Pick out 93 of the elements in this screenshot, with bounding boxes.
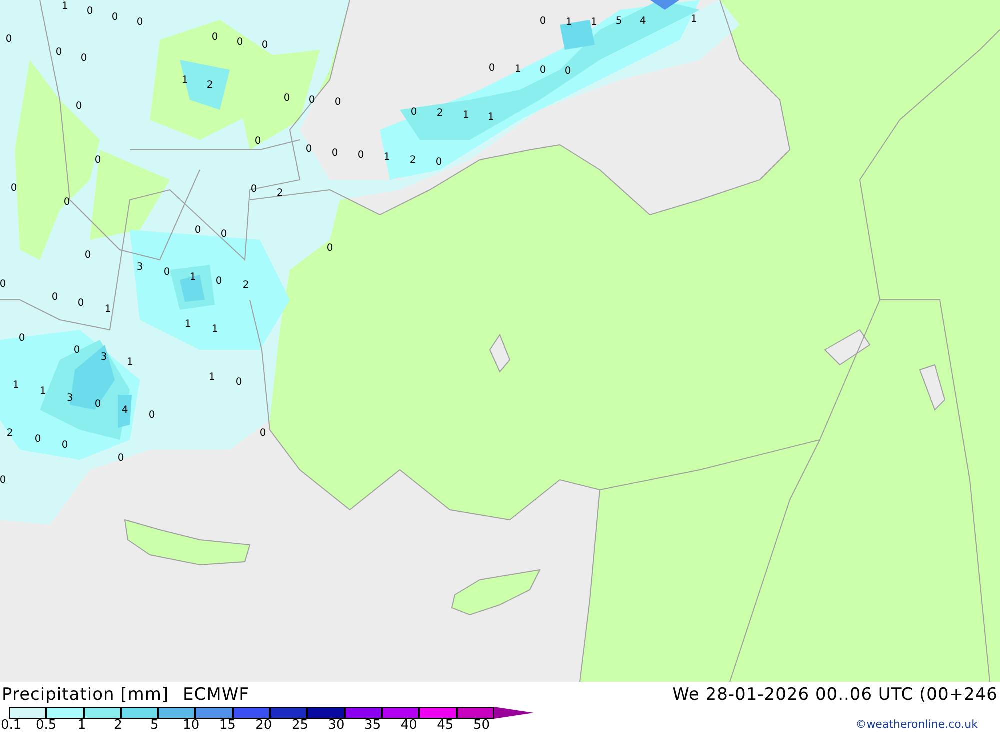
precipitation-value: 0 [488,63,496,74]
precipitation-value: 0 [148,410,156,421]
precipitation-value: 0 [94,399,102,410]
precipitation-value: 1 [514,64,522,75]
precipitation-value: 0 [78,298,84,309]
precipitation-value: 2 [410,155,416,166]
precipitation-value: 1 [488,112,494,123]
precipitation-value: 0 [76,101,82,112]
scale-label: 25 [292,719,308,733]
precipitation-value: 0 [334,97,342,108]
precipitation-value: 0 [410,107,418,118]
precipitation-value: 0 [62,440,68,451]
scale-label: 50 [473,719,490,733]
precipitation-value: 1 [190,272,196,283]
precipitation-value: 1 [208,372,216,383]
precipitation-value: 1 [40,386,46,397]
precipitation-value: 0 [112,12,118,23]
precipitation-value: 0 [86,6,94,17]
precipitation-value: 1 [184,319,192,330]
precipitation-value: 0 [254,136,262,147]
precipitation-value: 1 [12,380,20,391]
precipitation-value: 0 [216,276,222,287]
scale-label: 30 [328,719,345,733]
scale-label: 20 [256,719,272,733]
precipitation-value: 0 [284,93,290,104]
precipitation-value: 1 [384,152,390,163]
precipitation-value: 0 [260,428,266,439]
legend-title: Precipitation [mm] [2,684,170,704]
precipitation-value: 0 [34,434,42,445]
precipitation-value: 0 [0,279,6,290]
precipitation-value: 1 [104,304,112,315]
precipitation-value: 0 [540,65,546,76]
precipitation-value: 1 [462,110,470,121]
valid-time: We 28-01-2026 00..06 UTC (00+246 [672,684,998,704]
precipitation-value: 1 [690,14,698,25]
scale-label: 35 [364,719,382,733]
scale-label: 40 [400,719,418,733]
precipitation-value: 2 [276,188,284,199]
precipitation-value: 0 [308,95,316,106]
model-name: ECMWF [183,684,250,704]
precipitation-value: 0 [74,345,80,356]
precipitation-value: 2 [242,280,250,291]
scale-label: 0.5 [36,719,57,733]
precipitation-value: 0 [250,184,258,195]
precipitation-value: 0 [118,453,124,464]
scale-label: 45 [437,719,454,733]
precipitation-value: 0 [220,229,228,240]
copyright-link[interactable]: ©weatheronline.co.uk [856,718,978,731]
precipitation-value: 3 [100,352,108,363]
precipitation-value: 0 [10,183,18,194]
scale-label: 5 [150,719,159,733]
precipitation-value: 1 [182,75,188,86]
precipitation-value: 5 [616,16,622,27]
precipitation-value: 0 [18,333,26,344]
precipitation-value: 0 [0,475,6,486]
precipitation-value: 0 [236,377,242,388]
precipitation-value: 4 [640,16,646,27]
precipitation-value: 0 [80,53,88,64]
precipitation-value: 0 [236,37,244,48]
precipitation-value: 0 [564,66,572,77]
precipitation-value: 0 [540,16,546,27]
scale-label: 2 [114,719,122,733]
scale-label: 10 [183,719,200,733]
precipitation-value: 1 [590,17,598,28]
precipitation-value: 0 [56,47,62,58]
precipitation-value: 1 [212,324,218,335]
precipitation-value: 0 [332,148,338,159]
precipitation-value: 2 [206,80,214,91]
precipitation-value: 1 [62,1,68,12]
precipitation-value: 0 [212,32,218,43]
precipitation-value: 0 [262,40,268,51]
precipitation-value: 2 [436,108,444,119]
precipitation-value: 2 [6,428,14,439]
scale-label: 1 [78,719,86,733]
precipitation-value: 0 [436,157,442,168]
precipitation-value: 0 [194,225,202,236]
precipitation-value: 0 [84,250,92,261]
precipitation-value: 0 [52,292,58,303]
precipitation-value: 4 [122,405,128,416]
precipitation-value: 1 [126,357,134,368]
precipitation-value: 0 [64,197,70,208]
precipitation-value: 3 [66,393,74,404]
precipitation-value: 0 [6,34,12,45]
precipitation-value: 0 [358,150,364,161]
precipitation-value: 0 [306,144,312,155]
precipitation-value: 1 [566,17,572,28]
scale-label: 0.1 [1,719,22,733]
precipitation-value: 3 [136,262,144,273]
precipitation-value: 0 [136,17,144,28]
scale-label: 15 [219,719,236,733]
precipitation-value: 0 [326,243,334,254]
precipitation-value: 0 [94,155,102,166]
precipitation-value: 0 [164,267,170,278]
